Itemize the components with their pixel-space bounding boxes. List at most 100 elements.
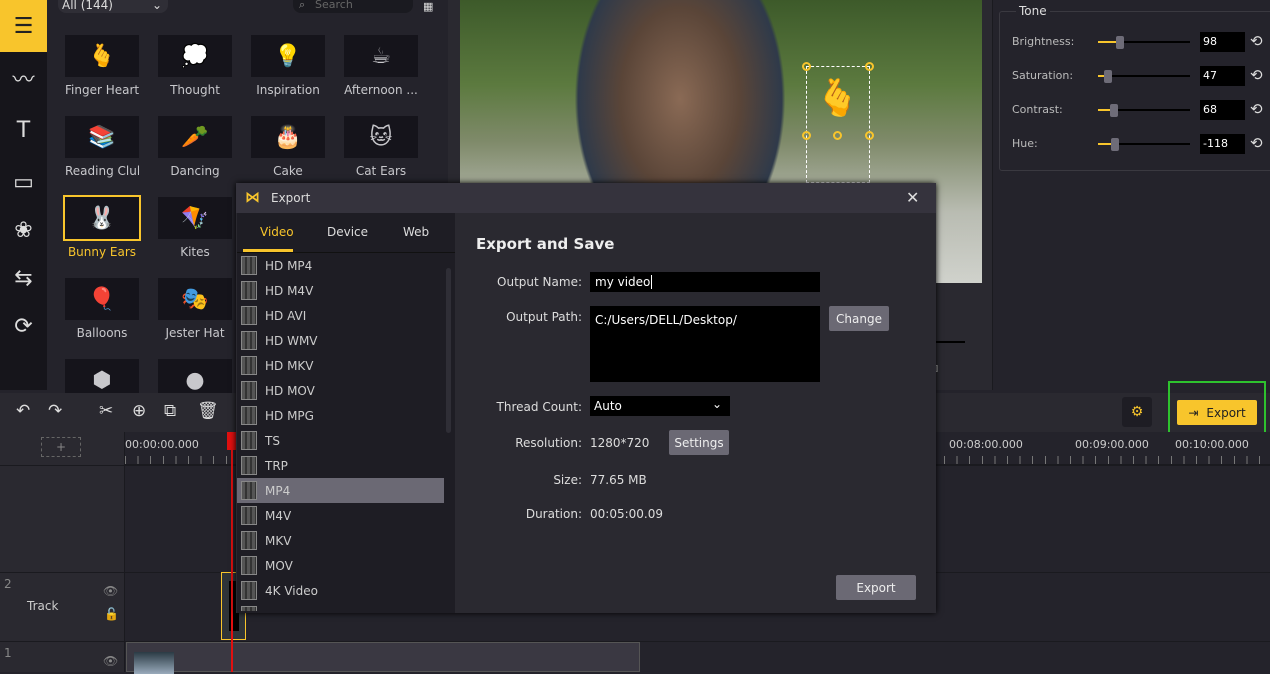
slider-handle[interactable]	[1111, 138, 1119, 151]
output-path-field[interactable]: C:/Users/DELL/Desktop/	[590, 306, 820, 382]
slider-handle[interactable]	[1104, 70, 1112, 83]
add-icon[interactable]: ⊕	[132, 401, 146, 421]
tab-device[interactable]: Device	[327, 225, 368, 239]
output-name-input[interactable]: my video	[590, 272, 820, 292]
reset-icon[interactable]: ⟲	[1250, 66, 1263, 84]
format-item[interactable]: HD MOV	[237, 378, 444, 403]
unlock-icon[interactable]: 🔓	[104, 607, 119, 621]
format-item[interactable]: 4K Video	[237, 578, 444, 603]
tone-value-input[interactable]: -118	[1200, 134, 1245, 154]
resize-handle[interactable]	[865, 62, 874, 71]
tone-slider[interactable]	[1098, 104, 1190, 117]
audio-wave-icon[interactable]: 〰	[0, 52, 47, 104]
tone-slider[interactable]	[1098, 36, 1190, 49]
reset-icon[interactable]: ⟲	[1250, 32, 1263, 50]
tone-row: Saturation: 47 ⟲	[1012, 66, 1263, 86]
tone-value-input[interactable]: 98	[1200, 32, 1245, 52]
slider-handle[interactable]	[1110, 104, 1118, 117]
format-item[interactable]: HD M4V	[237, 278, 444, 303]
sticker-item[interactable]: 🥕 Dancing	[158, 116, 232, 178]
format-item[interactable]: HD MPG	[237, 403, 444, 428]
format-item[interactable]: TS	[237, 428, 444, 453]
settings-button[interactable]: Settings	[669, 430, 729, 455]
thread-count-select[interactable]: Auto ⌄	[590, 396, 730, 416]
eye-icon[interactable]: 👁	[103, 584, 118, 598]
transition-icon[interactable]: ⇆	[0, 252, 47, 304]
format-item[interactable]: M4V	[237, 503, 444, 528]
format-item[interactable]: TRP	[237, 453, 444, 478]
text-icon[interactable]: T	[0, 104, 47, 156]
rotate-icon[interactable]: ⟳	[0, 300, 47, 352]
format-item[interactable]: HD AVI	[237, 303, 444, 328]
video-file-icon	[241, 256, 257, 275]
sticker-label: Kites	[180, 245, 210, 259]
format-label: HD WMV	[265, 333, 318, 348]
format-item[interactable]: HD MKV	[237, 353, 444, 378]
tone-value-input[interactable]: 68	[1200, 100, 1245, 120]
sticker-item[interactable]: 🐱 Cat Ears	[344, 116, 418, 178]
resize-handle[interactable]	[833, 131, 842, 140]
close-icon[interactable]: ✕	[906, 188, 919, 207]
resize-handle[interactable]	[865, 131, 874, 140]
sticker-item[interactable]: 🪁 Kites	[158, 197, 232, 259]
sticker-thumbnail: ☕	[344, 35, 418, 77]
tone-label: Saturation:	[1012, 69, 1074, 82]
tab-video[interactable]: Video	[260, 225, 294, 239]
redo-icon[interactable]: ↷	[48, 401, 62, 421]
format-label: MKV	[265, 533, 292, 548]
layers-icon[interactable]: ☰	[0, 0, 47, 52]
format-item[interactable]	[237, 603, 444, 611]
sticker-item[interactable]: 🎂 Cake	[251, 116, 325, 178]
playhead[interactable]	[227, 432, 237, 672]
tone-value-input[interactable]: 47	[1200, 66, 1245, 86]
tab-web[interactable]: Web	[403, 225, 429, 239]
undo-icon[interactable]: ↶	[16, 401, 30, 421]
copy-icon[interactable]: ⧉	[164, 401, 176, 421]
sticker-item[interactable]: 🐰 Bunny Ears	[63, 195, 141, 259]
dialog-export-button[interactable]: Export	[836, 575, 916, 600]
eye-icon[interactable]: 👁	[103, 654, 118, 668]
tone-slider[interactable]	[1098, 138, 1190, 151]
format-item[interactable]: MOV	[237, 553, 444, 578]
slider-handle[interactable]	[1116, 36, 1124, 49]
sticker-item[interactable]: 🎈 Balloons	[65, 278, 139, 340]
format-item[interactable]: MP4	[237, 478, 444, 503]
sticker-item[interactable]: 📚 Reading Club	[65, 116, 139, 178]
track-headers: + 2 Track 👁 🔓 1 👁	[0, 432, 125, 672]
delete-icon[interactable]: 🗑	[197, 401, 219, 421]
filter-icon[interactable]: ❀	[0, 204, 47, 256]
format-item[interactable]: HD MP4	[237, 253, 444, 278]
sticker-item[interactable]: 💡 Inspiration	[251, 35, 325, 97]
sticker-label: Cake	[273, 164, 303, 178]
template-icon[interactable]: ▭	[0, 156, 47, 208]
dialog-title: Export	[271, 191, 311, 205]
dialog-titlebar: ⋈ Export ✕	[236, 183, 936, 213]
change-path-button[interactable]: Change	[829, 306, 889, 331]
grid-view-icon[interactable]: ▦	[423, 0, 433, 13]
sticker-item[interactable]: 🎭 Jester Hat	[158, 278, 232, 340]
sticker-item[interactable]: 🫰 Finger Heart	[65, 35, 139, 97]
add-track-button[interactable]: +	[41, 437, 81, 457]
sticker-item[interactable]: ☕ Afternoon ...	[344, 35, 418, 97]
resize-handle[interactable]	[802, 131, 811, 140]
reset-icon[interactable]: ⟲	[1250, 100, 1263, 118]
tone-label: Brightness:	[1012, 35, 1075, 48]
sticker-selection-box[interactable]: 🫰	[802, 62, 874, 183]
format-label: TRP	[265, 458, 288, 473]
search-input[interactable]: ⌕ Search	[293, 0, 413, 13]
sticker-label: Bunny Ears	[67, 245, 137, 259]
format-item[interactable]: MKV	[237, 528, 444, 553]
video-clip[interactable]	[126, 642, 640, 674]
scrollbar[interactable]	[446, 268, 451, 433]
format-label: MOV	[265, 558, 293, 573]
split-icon[interactable]: ✂	[99, 401, 113, 421]
resize-handle[interactable]	[802, 62, 811, 71]
reset-icon[interactable]: ⟲	[1250, 134, 1263, 152]
sticker-item[interactable]: 💭 Thought	[158, 35, 232, 97]
category-dropdown[interactable]: All (144) ⌄	[58, 0, 168, 13]
video-file-icon	[241, 431, 257, 450]
tone-slider[interactable]	[1098, 70, 1190, 83]
export-settings-icon[interactable]: ⚙	[1122, 397, 1152, 427]
sticker-thumbnail: 🐱	[344, 116, 418, 158]
format-item[interactable]: HD WMV	[237, 328, 444, 353]
